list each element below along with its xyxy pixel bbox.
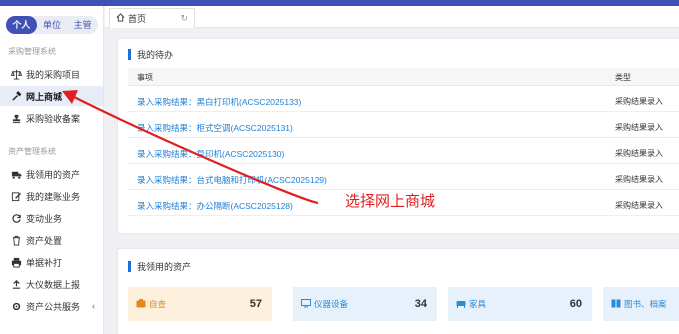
self-check-icon xyxy=(136,298,146,310)
truck-icon xyxy=(10,168,22,180)
sidebar-item-label: 资产公共服务 xyxy=(26,301,81,312)
todo-link[interactable]: 录入采购结果：柜式空调(ACSC2025131) xyxy=(137,122,293,134)
todo-table-header: 事项 类型 xyxy=(128,68,679,86)
upload-icon xyxy=(10,278,22,290)
sidebar-item-disposal[interactable]: 资产处置 xyxy=(0,230,103,250)
sidebar-item-label: 资产处置 xyxy=(26,235,63,246)
role-tab-supervisor[interactable]: 主管 xyxy=(67,16,98,34)
refresh-icon[interactable]: ↻ xyxy=(180,13,188,24)
todo-link[interactable]: 录入采购结果：台式电脑和打印机(ACSC2025129) xyxy=(137,174,327,186)
sidebar-item-label: 我的采购项目 xyxy=(26,69,81,80)
stamp-icon xyxy=(10,112,22,124)
asset-card-self-check[interactable]: 自查 57 xyxy=(128,287,272,321)
todo-title: 我的待办 xyxy=(128,48,173,61)
todo-link[interactable]: 录入采购结果：复印机(ACSC2025130) xyxy=(137,148,284,160)
todo-type: 采购结果录入 xyxy=(615,97,663,106)
table-row: 录入采购结果：复印机(ACSC2025130) 采购结果录入 xyxy=(128,142,679,164)
tab-home[interactable]: 首页 ↻ xyxy=(109,8,195,28)
monitor-icon xyxy=(301,298,311,310)
gear-icon xyxy=(10,300,22,312)
header-item: 事项 xyxy=(137,73,153,82)
sidebar-item-label: 我的建账业务 xyxy=(26,191,81,202)
trash-icon xyxy=(10,234,22,246)
sidebar-item-account-business[interactable]: 我的建账业务 xyxy=(0,186,103,206)
role-tab-personal[interactable]: 个人 xyxy=(6,16,37,34)
hammer-icon xyxy=(10,90,22,102)
asset-count: 34 xyxy=(414,298,427,310)
refresh-icon xyxy=(10,212,22,224)
sidebar-item-label: 单据补打 xyxy=(26,257,63,268)
home-icon xyxy=(116,13,125,24)
sidebar-item-my-procurement[interactable]: 我的采购项目 xyxy=(0,64,103,84)
sidebar-item-instrument-report[interactable]: 大仪数据上报 xyxy=(0,274,103,294)
todo-type: 采购结果录入 xyxy=(615,149,663,158)
asset-card-furniture[interactable]: 家具 60 xyxy=(448,287,592,321)
sidebar-item-label: 我领用的资产 xyxy=(26,169,81,180)
sidebar-item-online-mall[interactable]: 网上商城 xyxy=(0,86,103,106)
asset-label: 仪器设备 xyxy=(314,299,349,309)
sidebar: 个人 单位 主管 采购管理系统 我的采购项目 网上商城 采购验收备案 资产管理系… xyxy=(0,6,104,334)
tab-home-label: 首页 xyxy=(128,14,147,24)
asset-card-instruments[interactable]: 仪器设备 34 xyxy=(293,287,437,321)
table-row: 录入采购结果：柜式空调(ACSC2025131) 采购结果录入 xyxy=(128,116,679,138)
sidebar-item-label: 网上商城 xyxy=(26,91,63,102)
asset-label: 图书、档案 xyxy=(624,299,667,309)
title-accent-bar xyxy=(128,49,131,60)
sidebar-item-my-assets[interactable]: 我领用的资产 xyxy=(0,164,103,184)
asset-count: 60 xyxy=(569,298,582,310)
todo-type: 采购结果录入 xyxy=(615,201,663,210)
todo-type: 采购结果录入 xyxy=(615,123,663,132)
asset-label: 家具 xyxy=(469,299,487,309)
section-title-assets: 资产管理系统 xyxy=(8,147,56,156)
sidebar-item-acceptance[interactable]: 采购验收备案 xyxy=(0,108,103,128)
title-accent-bar xyxy=(128,261,131,272)
asset-card-books[interactable]: 图书、档案 xyxy=(603,287,679,321)
section-title-procurement: 采购管理系统 xyxy=(8,47,56,56)
edit-icon xyxy=(10,190,22,202)
role-tab-unit[interactable]: 单位 xyxy=(37,16,68,34)
sidebar-item-reprint[interactable]: 单据补打 xyxy=(0,252,103,272)
furniture-icon xyxy=(456,299,466,310)
sidebar-item-public-service[interactable]: 资产公共服务 ‹ xyxy=(0,296,103,316)
table-row: 录入采购结果：黑白打印机(ACSC2025133) 采购结果录入 xyxy=(128,90,679,112)
book-icon xyxy=(611,299,621,310)
header-type: 类型 xyxy=(615,73,631,82)
table-row: 录入采购结果：台式电脑和打印机(ACSC2025129) 采购结果录入 xyxy=(128,168,679,190)
tab-bar: 首页 ↻ xyxy=(105,6,679,28)
chevron-left-icon: ‹ xyxy=(92,301,95,311)
todo-type: 采购结果录入 xyxy=(615,175,663,184)
printer-icon xyxy=(10,256,22,268)
todo-link[interactable]: 录入采购结果：办公隔断(ACSC2025128) xyxy=(137,200,293,212)
sidebar-item-label: 采购验收备案 xyxy=(26,113,81,124)
sidebar-item-label: 变动业务 xyxy=(26,213,63,224)
annotation-text: 选择网上商城 xyxy=(345,193,436,210)
role-switcher: 个人 单位 主管 xyxy=(6,16,98,34)
asset-count: 57 xyxy=(249,298,262,310)
asset-label: 自查 xyxy=(149,299,167,309)
sidebar-item-label: 大仪数据上报 xyxy=(26,279,81,290)
assets-title: 我领用的资产 xyxy=(128,260,191,273)
todo-link[interactable]: 录入采购结果：黑白打印机(ACSC2025133) xyxy=(137,96,301,108)
sidebar-item-change-business[interactable]: 变动业务 xyxy=(0,208,103,228)
scale-icon xyxy=(10,68,22,80)
